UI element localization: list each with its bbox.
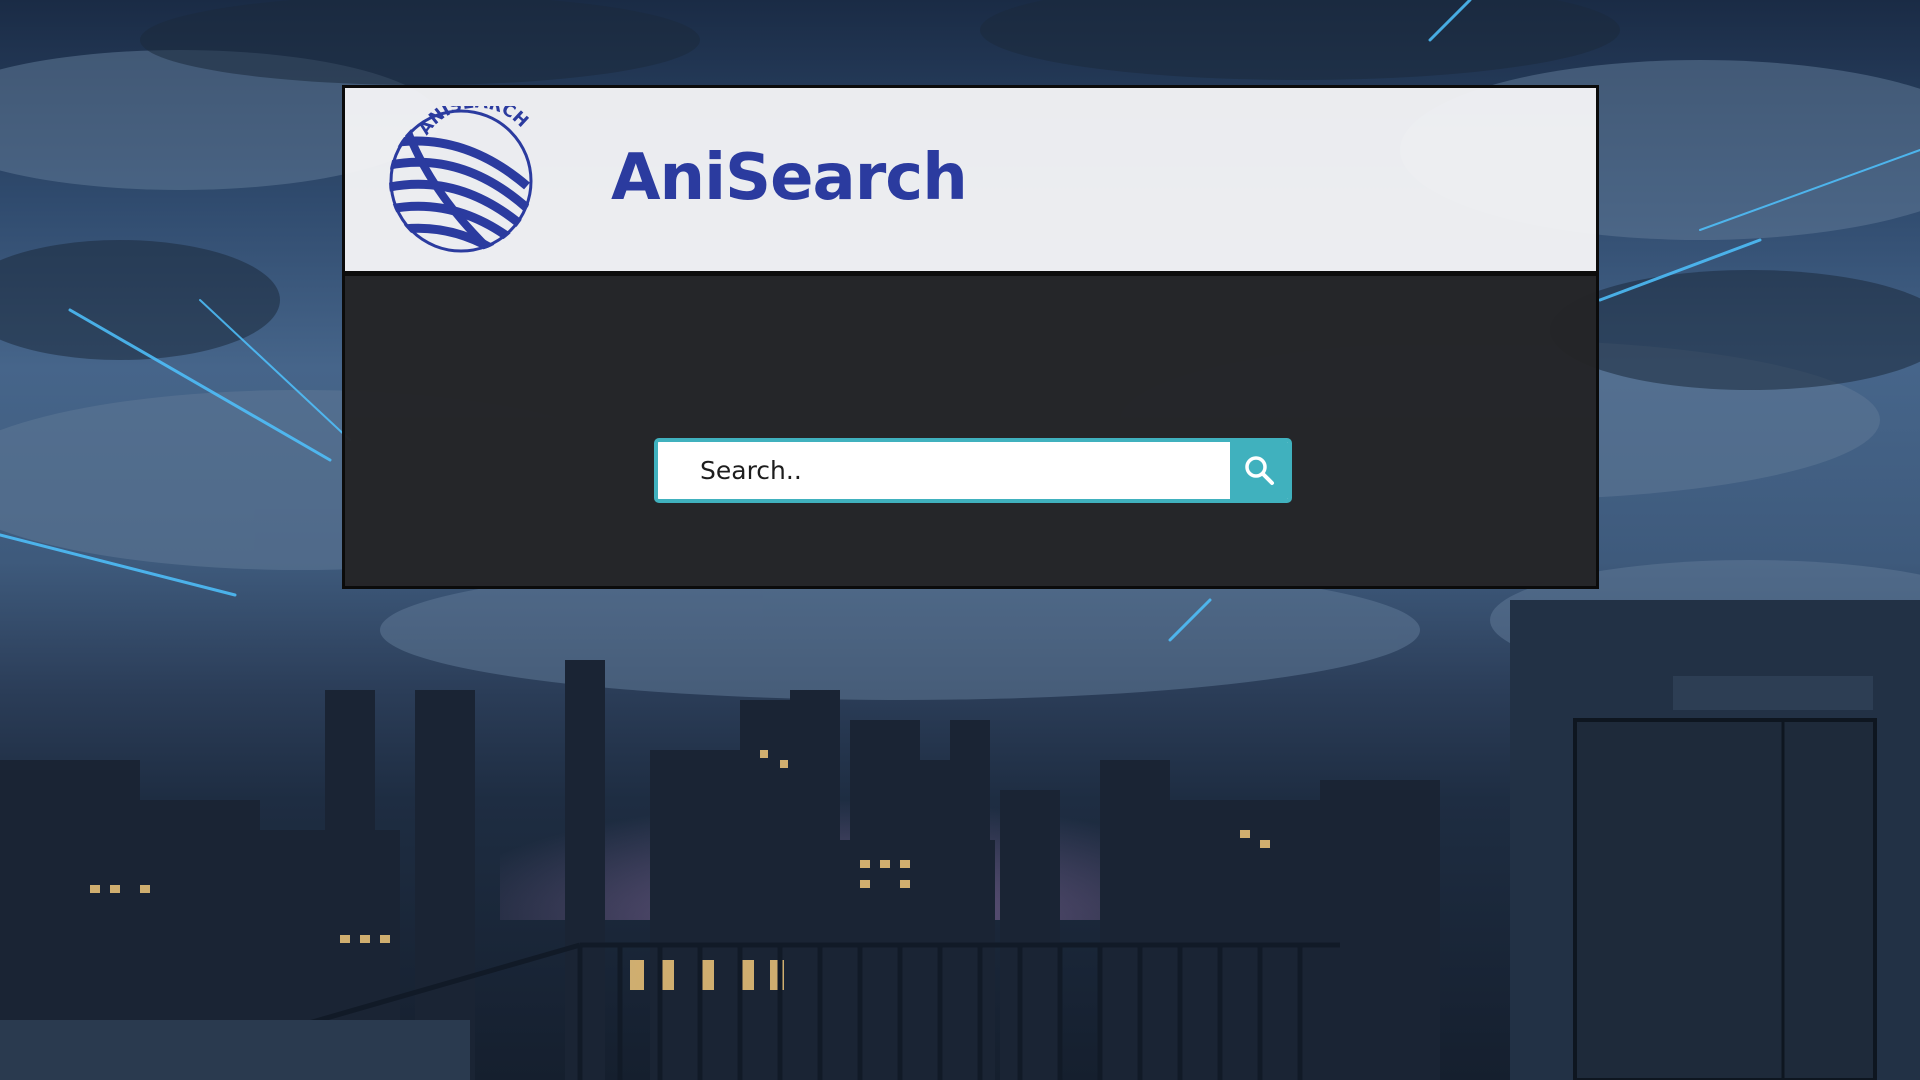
rooftop-door [1573, 718, 1877, 1080]
search-input[interactable] [658, 442, 1230, 499]
search-panel: ANISEARCH AniSearch [342, 85, 1599, 589]
anisearch-logo: ANISEARCH [389, 106, 533, 253]
search-icon [1245, 456, 1274, 485]
search-button[interactable] [1230, 442, 1288, 499]
search-area [345, 276, 1596, 586]
header-banner: ANISEARCH AniSearch [345, 88, 1596, 276]
search-bar [654, 438, 1292, 503]
app-title: AniSearch [611, 141, 968, 215]
